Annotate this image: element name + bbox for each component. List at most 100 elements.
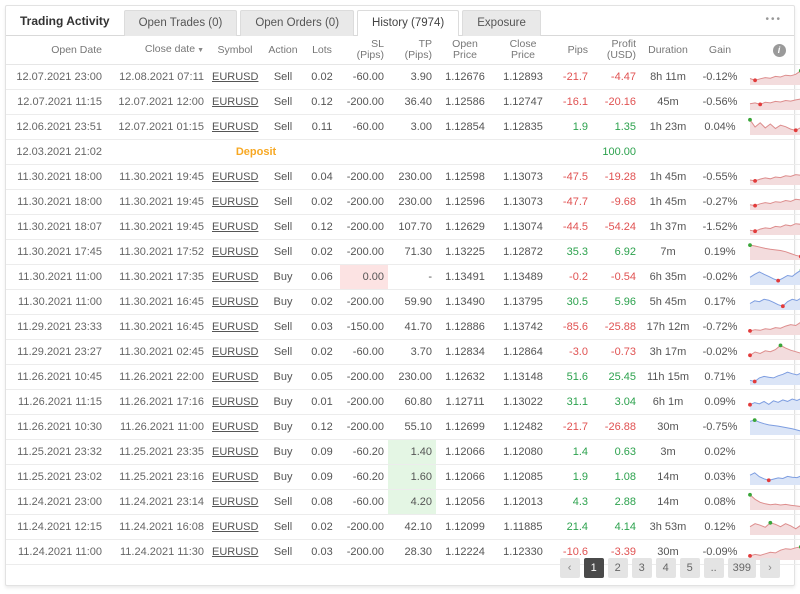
tab-open-orders-0[interactable]: Open Orders (0)	[240, 10, 354, 36]
tab-exposure[interactable]: Exposure	[462, 10, 541, 36]
symbol-link[interactable]: EURUSD	[212, 221, 258, 233]
tab-open-trades-0[interactable]: Open Trades (0)	[124, 10, 238, 36]
symbol-link[interactable]: EURUSD	[212, 446, 258, 458]
buy-trade-sparkline	[748, 390, 800, 411]
symbol-link[interactable]: EURUSD	[212, 496, 258, 508]
symbol-link[interactable]: EURUSD	[212, 246, 258, 258]
symbol-link[interactable]: EURUSD	[212, 171, 258, 183]
column-label: Action	[268, 44, 297, 56]
column-header-close_date[interactable]: Close date▼	[106, 36, 208, 65]
symbol-link[interactable]: EURUSD	[212, 271, 258, 283]
cell-sl: -150.00	[340, 315, 388, 340]
cell-gain: -1.52%	[696, 215, 744, 240]
cell-action: Buy	[262, 415, 304, 440]
pagination-page-4[interactable]: 4	[656, 558, 676, 578]
pagination-page-1[interactable]: 1	[584, 558, 604, 578]
cell-close-price: 1.12013	[494, 490, 552, 515]
info-column-header[interactable]: i	[744, 36, 800, 65]
column-header-close_price[interactable]: Close Price	[494, 36, 552, 65]
symbol-link[interactable]: EURUSD	[212, 521, 258, 533]
cell-tp: 3.90	[388, 65, 436, 90]
tab-history-7974[interactable]: History (7974)	[357, 10, 459, 36]
cell-pips: -21.7	[552, 65, 592, 90]
spark-max-dot	[748, 493, 752, 497]
cell-pips: -16.1	[552, 90, 592, 115]
column-header-tp[interactable]: TP (Pips)	[388, 36, 436, 65]
column-header-gain[interactable]: Gain	[696, 36, 744, 65]
symbol-link[interactable]: EURUSD	[212, 196, 258, 208]
cell-sl: -200.00	[340, 365, 388, 390]
symbol-link[interactable]: EURUSD	[212, 471, 258, 483]
symbol-link[interactable]: EURUSD	[212, 96, 258, 108]
deposit-row: 12.03.2021 21:02Deposit100.00	[6, 140, 800, 165]
cell-lots: 0.02	[304, 65, 340, 90]
cell-sl: -60.00	[340, 340, 388, 365]
pagination-next-button[interactable]: ›	[760, 558, 780, 578]
symbol-link[interactable]: EURUSD	[212, 421, 258, 433]
trade-row: 12.07.2021 23:0012.08.2021 07:11EURUSDSe…	[6, 65, 800, 90]
more-options-icon[interactable]: •••	[765, 14, 782, 25]
spark-min-dot	[748, 403, 752, 407]
symbol-link[interactable]: EURUSD	[212, 346, 258, 358]
column-header-duration[interactable]: Duration	[640, 36, 696, 65]
symbol-link[interactable]: EURUSD	[212, 371, 258, 383]
column-header-symbol[interactable]: Symbol	[208, 36, 262, 65]
cell-tp: 230.00	[388, 190, 436, 215]
sell-trade-sparkline	[748, 65, 800, 86]
column-label: Duration	[648, 44, 688, 56]
sell-trade-sparkline	[748, 165, 800, 186]
pagination-page-5[interactable]: 5	[680, 558, 700, 578]
table-footer: ‹12345..399›	[6, 555, 794, 585]
symbol-link[interactable]: EURUSD	[212, 121, 258, 133]
cell-close-price: 1.13148	[494, 365, 552, 390]
cell-symbol: EURUSD	[208, 90, 262, 115]
cell-open-price: 1.12066	[436, 465, 494, 490]
pagination-prev-button[interactable]: ‹	[560, 558, 580, 578]
cell-pips: 31.1	[552, 390, 592, 415]
tabs-container: Open Trades (0)Open Orders (0)History (7…	[124, 9, 544, 35]
cell-gain: 0.02%	[696, 440, 744, 465]
cell-duration: 1h 45m	[640, 165, 696, 190]
cell-gain	[696, 140, 744, 165]
cell-duration	[640, 140, 696, 165]
column-header-action[interactable]: Action	[262, 36, 304, 65]
cell-tp: 4.20	[388, 490, 436, 515]
pagination-page-..[interactable]: ..	[704, 558, 724, 578]
cell-lots: 0.12	[304, 90, 340, 115]
column-header-open_price[interactable]: Open Price	[436, 36, 494, 65]
sort-desc-icon: ▼	[197, 47, 204, 54]
cell-gain: 0.17%	[696, 290, 744, 315]
cell-spark	[744, 365, 800, 390]
cell-close-price	[494, 140, 552, 165]
cell-close-date: 11.30.2021 16:45	[106, 315, 208, 340]
cell-close-price: 1.13742	[494, 315, 552, 340]
cell-symbol: EURUSD	[208, 215, 262, 240]
sell-trade-sparkline	[748, 340, 800, 361]
cell-pips: 4.3	[552, 490, 592, 515]
symbol-link[interactable]: EURUSD	[212, 71, 258, 83]
symbol-link[interactable]: EURUSD	[212, 396, 258, 408]
cell-open-date: 11.30.2021 11:00	[6, 265, 106, 290]
info-icon[interactable]: i	[773, 44, 786, 57]
cell-open-date: 11.26.2021 10:30	[6, 415, 106, 440]
spark-min-dot	[753, 204, 757, 208]
column-header-pips[interactable]: Pips	[552, 36, 592, 65]
trade-row: 11.24.2021 12:1511.24.2021 16:08EURUSDSe…	[6, 515, 800, 540]
column-header-sl[interactable]: SL (Pips)	[340, 36, 388, 65]
pagination-page-399[interactable]: 399	[728, 558, 756, 578]
cell-tp: 42.10	[388, 515, 436, 540]
cell-open-price: 1.12676	[436, 65, 494, 90]
column-header-open_date[interactable]: Open Date	[6, 36, 106, 65]
column-header-profit[interactable]: Profit (USD)	[592, 36, 640, 65]
pagination-page-2[interactable]: 2	[608, 558, 628, 578]
symbol-link[interactable]: EURUSD	[212, 296, 258, 308]
cell-pips: 1.9	[552, 465, 592, 490]
cell-gain: 0.19%	[696, 240, 744, 265]
symbol-link[interactable]: EURUSD	[212, 321, 258, 333]
trade-row: 11.30.2021 17:4511.30.2021 17:52EURUSDSe…	[6, 240, 800, 265]
pagination-page-3[interactable]: 3	[632, 558, 652, 578]
cell-spark	[744, 165, 800, 190]
cell-open-price	[436, 140, 494, 165]
column-header-lots[interactable]: Lots	[304, 36, 340, 65]
column-label: Open Price	[452, 38, 478, 61]
